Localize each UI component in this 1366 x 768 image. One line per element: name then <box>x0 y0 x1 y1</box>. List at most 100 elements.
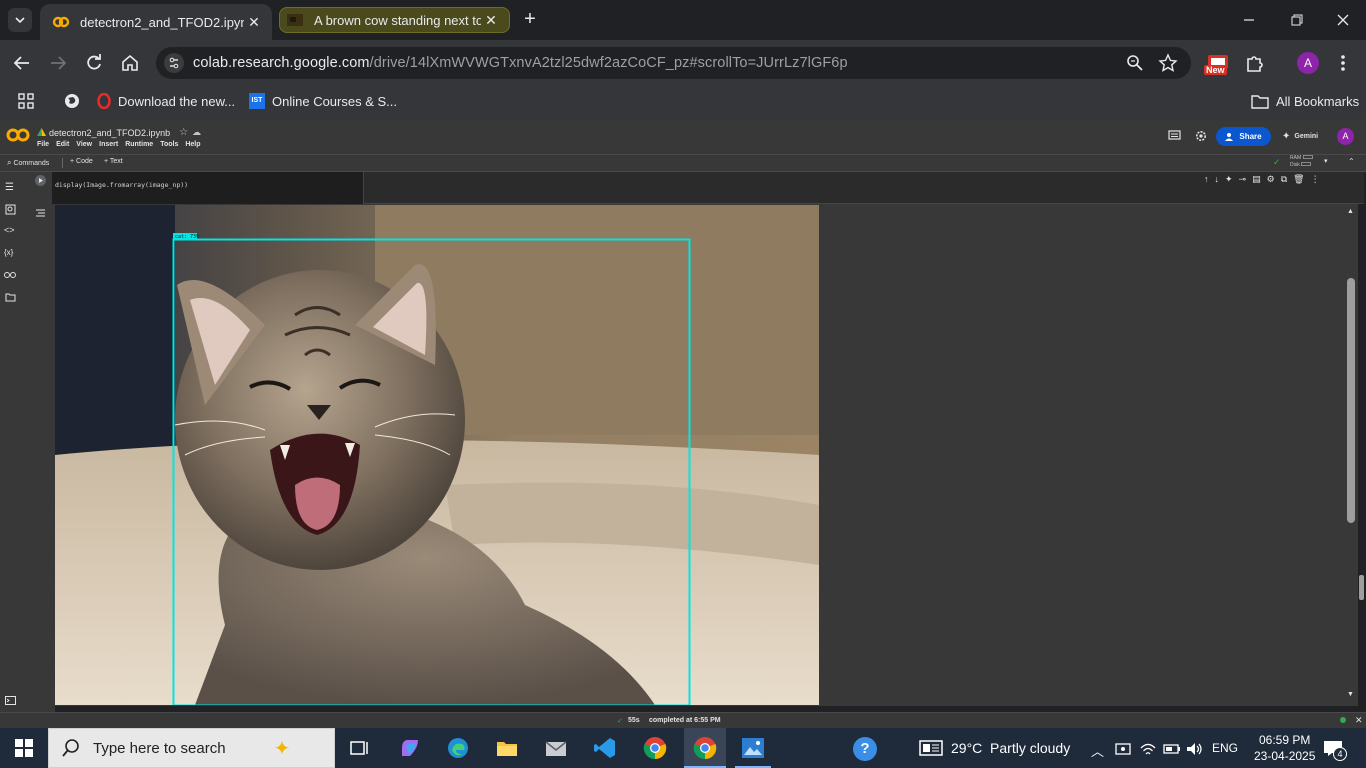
windows-start-icon[interactable] <box>15 739 33 757</box>
variables-icon[interactable]: {x} <box>4 248 13 257</box>
file-explorer-icon[interactable] <box>495 736 519 760</box>
resource-monitor[interactable]: RAM Disk <box>1290 155 1313 169</box>
bookmark-opera[interactable]: Download the new... <box>96 93 235 109</box>
minimize-button[interactable] <box>1240 12 1258 28</box>
trash-icon[interactable]: 🗑 <box>1293 174 1304 185</box>
bookmark-ist[interactable]: IST Online Courses & S... <box>249 93 397 109</box>
menu-runtime[interactable]: Runtime <box>125 141 153 148</box>
scroll-up-icon[interactable]: ▲ <box>1347 208 1354 215</box>
output-scrollbar[interactable]: ▲ ▼ <box>1344 204 1358 706</box>
close-icon[interactable]: ✕ <box>481 12 501 29</box>
tray-device-icon[interactable] <box>1115 741 1133 757</box>
weather-news-icon[interactable] <box>919 739 943 757</box>
vscode-icon[interactable] <box>593 736 617 760</box>
code-editor[interactable]: display(Image.fromarray(image_np)) <box>52 172 364 204</box>
move-down-icon[interactable]: ↓ <box>1215 174 1220 185</box>
new-tab-button[interactable]: + <box>519 9 541 31</box>
code-snippets-icon[interactable]: <> <box>4 225 15 235</box>
menu-view[interactable]: View <box>76 141 92 148</box>
url-text[interactable]: colab.research.google.com/drive/14lXmWVW… <box>193 55 848 71</box>
weather-text[interactable]: 29°C Partly cloudy <box>951 740 1070 756</box>
language-indicator[interactable]: ENG <box>1212 741 1238 755</box>
menu-file[interactable]: File <box>37 141 49 148</box>
wifi-icon[interactable] <box>1140 741 1156 757</box>
home-icon[interactable] <box>120 53 140 73</box>
collapse-icon[interactable]: ⌃ <box>1348 157 1355 166</box>
notebook-title[interactable]: detectron2_and_TFOD2.ipynb <box>49 128 170 138</box>
page-scroll-thumb[interactable] <box>1359 575 1364 600</box>
comment-icon[interactable] <box>1168 130 1181 142</box>
site-info-icon[interactable] <box>164 53 184 73</box>
bookmark-star-icon[interactable] <box>1158 53 1178 73</box>
task-view-icon[interactable] <box>349 737 371 759</box>
globe-icon[interactable] <box>64 93 80 109</box>
add-text-button[interactable]: + Text <box>104 158 123 165</box>
extensions-puzzle-icon[interactable] <box>1245 53 1265 73</box>
copilot-icon[interactable] <box>398 736 422 760</box>
secrets-key-icon[interactable] <box>4 271 16 279</box>
comment-icon[interactable]: ▤ <box>1252 174 1261 185</box>
close-icon[interactable]: ✕ <box>244 14 264 31</box>
settings-gear-icon[interactable] <box>1195 130 1207 142</box>
volume-icon[interactable] <box>1186 741 1204 757</box>
zoom-icon[interactable] <box>1126 54 1144 72</box>
find-icon[interactable] <box>5 204 16 215</box>
chrome-active-taskbar-button[interactable] <box>684 728 726 768</box>
back-arrow-icon[interactable] <box>12 53 32 73</box>
gemini-button[interactable]: ✦ Gemini <box>1282 131 1318 142</box>
gear-icon[interactable]: ⚙ <box>1267 174 1275 185</box>
mail-icon[interactable] <box>544 737 568 759</box>
extension-new-icon[interactable]: New <box>1204 53 1230 77</box>
star-icon[interactable]: ☆ <box>179 127 188 138</box>
restore-button[interactable] <box>1287 12 1305 28</box>
battery-icon[interactable] <box>1163 741 1181 757</box>
cloud-icon[interactable]: ☁ <box>192 127 201 138</box>
browser-menu-icon[interactable] <box>1336 53 1350 73</box>
run-cell-button[interactable] <box>35 175 46 186</box>
reload-icon[interactable] <box>84 53 104 73</box>
taskbar-search[interactable]: Type here to search ✦ <box>48 728 335 768</box>
menu-insert[interactable]: Insert <box>99 141 118 148</box>
address-bar[interactable]: colab.research.google.com/drive/14lXmWVW… <box>156 47 1191 79</box>
apps-grid-icon[interactable] <box>18 93 34 109</box>
link-icon[interactable]: ⊸ <box>1239 174 1247 185</box>
code-cell[interactable]: display(Image.fromarray(image_np)) ↑ ↓ ✦… <box>52 172 1364 204</box>
runtime-dropdown-icon[interactable]: ▾ <box>1324 157 1328 165</box>
all-bookmarks-button[interactable]: All Bookmarks <box>1251 93 1359 109</box>
profile-avatar[interactable]: A <box>1297 52 1319 74</box>
chrome-icon <box>693 737 717 760</box>
tab-colab-notebook[interactable]: detectron2_and_TFOD2.ipynb - ✕ <box>40 4 272 40</box>
help-icon[interactable]: ? <box>853 737 877 761</box>
notification-icon[interactable]: 4 <box>1323 739 1347 761</box>
menu-help[interactable]: Help <box>185 141 200 148</box>
edge-icon[interactable] <box>446 736 470 760</box>
show-hidden-icons-icon[interactable]: ︿ <box>1091 741 1104 760</box>
colab-logo-icon[interactable] <box>6 127 30 143</box>
more-icon[interactable]: ⋮ <box>1311 174 1320 185</box>
status-check-icon: ✓ <box>617 718 623 725</box>
close-icon[interactable]: ✕ <box>1355 715 1363 726</box>
scroll-thumb[interactable] <box>1347 278 1355 523</box>
commands-button[interactable]: ⌕ Commands <box>7 158 49 168</box>
tab-cow-image[interactable]: A brown cow standing next to a ✕ <box>279 7 510 33</box>
share-button[interactable]: Share <box>1216 127 1271 146</box>
files-folder-icon[interactable] <box>5 292 16 302</box>
add-code-button[interactable]: + Code <box>70 158 93 165</box>
menu-edit[interactable]: Edit <box>56 141 69 148</box>
output-options-icon[interactable] <box>35 208 46 217</box>
move-up-icon[interactable]: ↑ <box>1204 174 1209 185</box>
colab-avatar[interactable]: A <box>1337 128 1354 145</box>
clock[interactable]: 06:59 PM 23-04-2025 <box>1254 732 1315 764</box>
close-window-button[interactable] <box>1334 12 1352 28</box>
toc-icon[interactable]: ☰ <box>5 182 14 193</box>
tab-search-button[interactable] <box>8 8 32 32</box>
forward-arrow-icon[interactable] <box>48 53 68 73</box>
photos-icon[interactable] <box>741 737 765 759</box>
mirror-icon[interactable]: ⧉ <box>1281 174 1287 185</box>
people-icon <box>1225 133 1234 141</box>
chrome-icon[interactable] <box>643 736 667 760</box>
scroll-down-icon[interactable]: ▼ <box>1347 691 1354 698</box>
menu-tools[interactable]: Tools <box>160 141 178 148</box>
terminal-icon[interactable] <box>5 696 16 705</box>
sparkle-icon[interactable]: ✦ <box>1225 174 1233 185</box>
